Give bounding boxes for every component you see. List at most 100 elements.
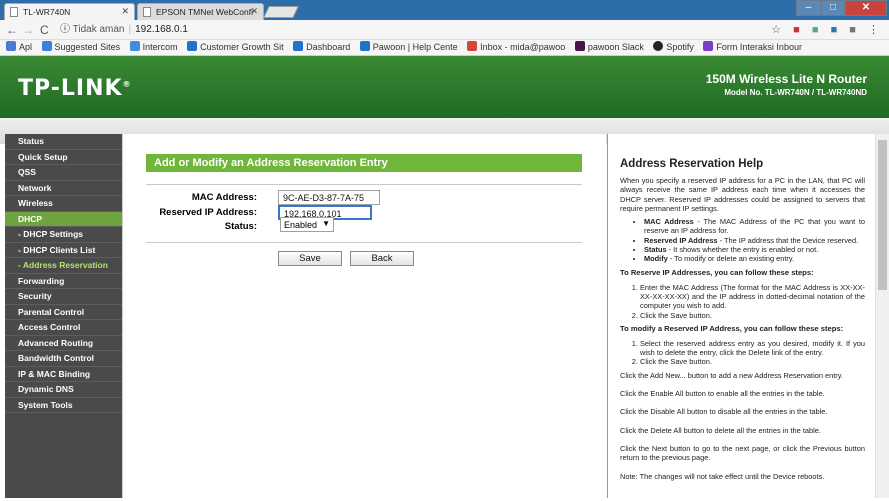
url-text: 192.168.0.1 <box>135 24 188 35</box>
bookmark-item[interactable]: Dashboard <box>293 40 350 55</box>
save-button[interactable]: Save <box>278 251 342 266</box>
help-def-item: Modify - To modify or delete an existing… <box>644 254 865 263</box>
help-step: Enter the MAC Address (The format for th… <box>640 283 865 311</box>
router-header: TP-LINK® 150M Wireless Lite N Router Mod… <box>0 56 889 118</box>
slack-icon <box>574 41 585 51</box>
sidebar-item-forwarding[interactable]: Forwarding <box>5 274 122 289</box>
help-reserve-heading: To Reserve IP Addresses, you can follow … <box>620 267 814 277</box>
extension-icons: ☆ ■ ■ ■ ■ ⋮ <box>762 23 879 36</box>
extension-icon[interactable]: ■ <box>831 24 838 36</box>
close-icon[interactable]: ✕ <box>121 6 129 17</box>
help-paragraph: Click the Delete All button to delete al… <box>620 425 821 435</box>
sidebar-item-wireless[interactable]: Wireless <box>5 196 122 212</box>
status-label: Status: <box>224 221 257 232</box>
browser-tab-epson[interactable]: EPSON TMNet WebConfi ✕ <box>137 3 264 20</box>
help-def-item: Status - It shows whether the entry is e… <box>644 245 865 254</box>
sidebar-item-status[interactable]: Status <box>5 134 122 150</box>
form-icon <box>703 41 714 51</box>
product-title: 150M Wireless Lite N Router <box>705 72 867 86</box>
info-icon[interactable]: ⓘ <box>60 24 70 35</box>
bookmark-icon <box>293 41 304 51</box>
back-button[interactable]: Back <box>350 251 414 266</box>
help-paragraph: Click the Enable All button to enable al… <box>620 389 825 399</box>
bookmark-item[interactable]: Inbox - mida@pawoo <box>467 40 565 55</box>
sidebar-item-security[interactable]: Security <box>5 289 122 305</box>
minimize-button[interactable]: – <box>796 0 821 16</box>
sidebar-item-network[interactable]: Network <box>5 181 122 196</box>
forward-arrow-icon[interactable]: → <box>22 23 34 37</box>
bookmark-item[interactable]: Intercom <box>129 40 178 55</box>
menu-icon[interactable]: ⋮ <box>868 24 879 36</box>
back-arrow-icon[interactable]: ← <box>6 23 18 37</box>
help-step: Select the reserved address entry as you… <box>640 339 865 358</box>
help-scrollbar[interactable] <box>875 134 889 498</box>
bookmark-item[interactable]: Pawoon | Help Cente <box>359 40 458 55</box>
status-select[interactable]: Enabled ▼ <box>280 217 334 232</box>
tab-title: TL-WR740N <box>23 7 71 17</box>
browser-tab-router[interactable]: TL-WR740N ✕ <box>4 3 135 20</box>
sidebar-item-parental-control[interactable]: Parental Control <box>5 305 122 320</box>
scroll-thumb[interactable] <box>878 140 887 290</box>
extension-icon[interactable]: ■ <box>812 24 819 36</box>
bookmark-icon <box>129 41 140 51</box>
help-step: Click the Save button. <box>640 357 865 366</box>
chevron-down-icon: ▼ <box>322 219 330 228</box>
help-note: Note: The changes will not take effect u… <box>620 471 825 481</box>
tplink-logo: TP-LINK® <box>18 76 132 101</box>
address-bar: ← → C ⓘ Tidak aman | 192.168.0.1 ☆ ■ ■ ■ ■… <box>0 20 889 40</box>
sidebar-item-system-tools[interactable]: System Tools <box>5 398 122 413</box>
sidebar-item-dhcp-settings[interactable]: - DHCP Settings <box>5 227 122 243</box>
form-title: Add or Modify an Address Reservation Ent… <box>146 154 582 172</box>
sidebar-item-address-reservation[interactable]: - Address Reservation <box>5 258 122 274</box>
help-paragraph: Click the Disable All button to disable … <box>620 407 828 417</box>
extension-icon[interactable]: ■ <box>849 24 856 36</box>
url-input[interactable]: ⓘ Tidak aman | 192.168.0.1 <box>60 22 780 38</box>
bookmark-item[interactable]: Suggested Sites <box>41 40 120 55</box>
divider <box>146 184 582 185</box>
divider <box>146 242 582 243</box>
bookmark-item[interactable]: Form Interaksi Inbour <box>703 40 802 55</box>
bookmark-icon <box>187 41 198 51</box>
page-icon <box>10 7 18 17</box>
star-icon[interactable]: ☆ <box>771 24 781 36</box>
sidebar-item-access-control[interactable]: Access Control <box>5 320 122 336</box>
sidebar-item-qss[interactable]: QSS <box>5 165 122 181</box>
gmail-icon <box>467 41 478 51</box>
sidebar-item-dhcp[interactable]: DHCP <box>5 211 122 227</box>
security-label: Tidak aman <box>72 24 125 35</box>
bookmarks-bar: Apl Suggested Sites Intercom Customer Gr… <box>0 40 889 56</box>
bookmark-item[interactable]: Spotify <box>653 40 694 55</box>
bookmark-item[interactable]: pawoon Slack <box>574 40 644 55</box>
close-icon[interactable]: ✕ <box>250 6 258 17</box>
reload-icon[interactable]: C <box>40 23 49 37</box>
help-def-item: Reserved IP Address - The IP address tha… <box>644 236 865 245</box>
sidebar-item-dhcp-clients-list[interactable]: - DHCP Clients List <box>5 243 122 258</box>
window-close-button[interactable]: ✕ <box>845 0 887 16</box>
page-icon <box>143 7 151 17</box>
bookmark-icon <box>41 41 52 51</box>
browser-tab-bar: TL-WR740N ✕ EPSON TMNet WebConfi ✕ – □ ✕ <box>0 0 889 20</box>
bookmark-apps[interactable]: Apl <box>6 40 32 55</box>
sidebar-item-advanced-routing[interactable]: Advanced Routing <box>5 336 122 351</box>
sidebar-item-ip-mac-binding[interactable]: IP & MAC Binding <box>5 367 122 382</box>
mac-address-input[interactable]: 9C-AE-D3-87-7A-75 <box>278 190 380 205</box>
mac-address-label: MAC Address: <box>191 192 257 203</box>
maximize-button[interactable]: □ <box>821 0 845 16</box>
new-tab-button[interactable] <box>263 6 299 18</box>
help-definitions: MAC Address - The MAC Address of the PC … <box>644 217 865 263</box>
apps-grid-icon <box>6 41 16 51</box>
tab-title: EPSON TMNet WebConfi <box>156 7 253 17</box>
bookmark-item[interactable]: Customer Growth Sit <box>187 40 284 55</box>
help-panel: Address Reservation Help When you specif… <box>607 134 875 498</box>
extension-icon[interactable]: ■ <box>793 24 800 36</box>
help-modify-steps: Select the reserved address entry as you… <box>640 339 865 367</box>
sidebar-item-quick-setup[interactable]: Quick Setup <box>5 150 122 165</box>
sidebar-menu: Status Quick Setup QSS Network Wireless DHCP -… <box>5 134 122 498</box>
help-title: Address Reservation Help <box>620 158 764 170</box>
help-intro: When you specify a reserved IP address f… <box>620 176 865 213</box>
bookmark-icon <box>359 41 370 51</box>
model-number: Model No. TL-WR740N / TL-WR740ND <box>724 88 867 97</box>
sidebar-item-bandwidth-control[interactable]: Bandwidth Control <box>5 351 122 367</box>
help-def-item: MAC Address - The MAC Address of the PC … <box>644 217 865 236</box>
sidebar-item-dynamic-dns[interactable]: Dynamic DNS <box>5 382 122 398</box>
